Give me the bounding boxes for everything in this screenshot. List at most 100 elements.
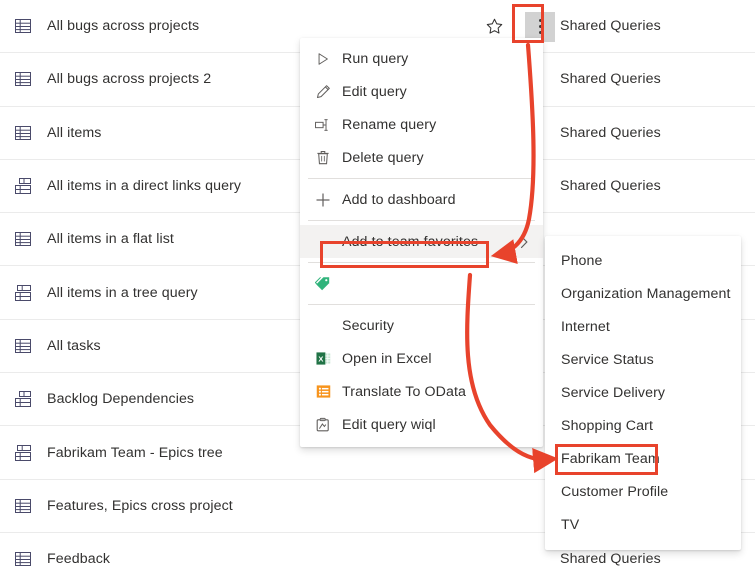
menu-item-label: Open in Excel bbox=[342, 350, 432, 367]
menu-divider bbox=[308, 178, 535, 179]
direct-links-query-icon bbox=[12, 388, 34, 410]
team-favorite-item[interactable]: Shopping Cart bbox=[545, 409, 741, 442]
query-name: All items bbox=[47, 124, 102, 141]
query-name: All bugs across projects bbox=[47, 18, 200, 35]
menu-item-label: Edit query bbox=[342, 83, 407, 100]
team-favorite-item[interactable]: Phone bbox=[545, 244, 741, 277]
team-favorite-label: TV bbox=[561, 516, 580, 533]
menu-item-translate-to-odata[interactable]: Translate To OData bbox=[300, 375, 543, 408]
team-favorite-label: Service Status bbox=[561, 351, 654, 368]
menu-item-run-query[interactable]: Run query bbox=[300, 42, 543, 75]
rename-icon bbox=[315, 117, 331, 133]
menu-item-label: Delete query bbox=[342, 149, 424, 166]
menu-divider bbox=[308, 220, 535, 221]
chevron-right-icon bbox=[519, 235, 529, 249]
team-favorite-item[interactable]: Service Status bbox=[545, 343, 741, 376]
flat-query-icon bbox=[12, 548, 34, 570]
direct-links-query-icon bbox=[12, 175, 34, 197]
query-name: Features, Epics cross project bbox=[47, 497, 233, 514]
menu-item-label: Rename query bbox=[342, 116, 437, 133]
team-favorite-label: Shopping Cart bbox=[561, 417, 654, 434]
query-folder: Shared Queries bbox=[560, 551, 661, 568]
menu-item-add-to-team-favorites[interactable]: Add to team favorites bbox=[300, 225, 543, 258]
menu-item-label: Add to team favorites bbox=[342, 233, 479, 250]
chevron-right-icon bbox=[519, 235, 529, 249]
team-favorite-item[interactable]: Fabrikam Team bbox=[545, 442, 741, 475]
play-icon bbox=[315, 51, 331, 67]
flat-query-icon bbox=[12, 548, 34, 570]
query-name: Fabrikam Team - Epics tree bbox=[47, 444, 223, 461]
menu-item-security[interactable]: Security bbox=[300, 309, 543, 342]
menu-divider bbox=[308, 262, 535, 263]
flat-query-icon bbox=[12, 335, 34, 357]
query-name: All items in a direct links query bbox=[47, 178, 242, 195]
team-favorite-item[interactable]: Customer Profile bbox=[545, 475, 741, 508]
plus-icon bbox=[315, 192, 331, 208]
pencil-icon bbox=[315, 84, 331, 100]
query-context-menu[interactable]: Run query Edit query Rename query Delete… bbox=[300, 38, 543, 447]
query-name: Feedback bbox=[47, 551, 111, 568]
flat-query-icon bbox=[12, 495, 34, 517]
query-name: All bugs across projects 2 bbox=[47, 71, 212, 88]
flat-query-icon bbox=[12, 335, 34, 357]
odata-icon bbox=[315, 384, 331, 400]
query-name: All tasks bbox=[47, 337, 101, 354]
star-outline-icon[interactable] bbox=[481, 14, 507, 40]
menu-item-label: Run query bbox=[342, 50, 409, 67]
menu-item-tag[interactable] bbox=[300, 267, 543, 300]
menu-item-rename-query[interactable]: Rename query bbox=[300, 108, 543, 141]
query-folder: Shared Queries bbox=[560, 124, 661, 141]
svg-text:X: X bbox=[318, 354, 323, 363]
flat-query-icon bbox=[12, 68, 34, 90]
team-favorite-item[interactable]: Service Delivery bbox=[545, 376, 741, 409]
rename-icon bbox=[315, 117, 331, 133]
menu-icon-placeholder bbox=[315, 318, 331, 334]
team-favorite-item[interactable]: Internet bbox=[545, 310, 741, 343]
team-favorite-label: Service Delivery bbox=[561, 384, 666, 401]
flat-query-icon bbox=[12, 122, 34, 144]
plus-icon bbox=[315, 192, 331, 208]
excel-icon: X bbox=[315, 351, 331, 367]
team-favorite-item[interactable]: Organization Management bbox=[545, 277, 741, 310]
wiql-icon bbox=[315, 417, 331, 433]
team-favorite-label: Phone bbox=[561, 252, 603, 269]
flat-query-icon bbox=[12, 68, 34, 90]
team-favorites-submenu[interactable]: Phone Organization Management Internet Serv… bbox=[545, 236, 741, 550]
team-favorite-label: Customer Profile bbox=[561, 483, 669, 500]
tree-query-icon bbox=[12, 442, 34, 464]
query-folder: Shared Queries bbox=[560, 18, 661, 35]
team-favorite-label: Organization Management bbox=[561, 285, 731, 302]
menu-item-delete-query[interactable]: Delete query bbox=[300, 141, 543, 174]
tree-query-icon bbox=[12, 282, 34, 304]
query-folder: Shared Queries bbox=[560, 178, 661, 195]
flat-query-icon bbox=[12, 495, 34, 517]
direct-links-query-icon bbox=[12, 175, 34, 197]
query-name: Backlog Dependencies bbox=[47, 391, 195, 408]
screen-root: All bugs across projects Shared Queries A… bbox=[0, 0, 755, 583]
odata-icon bbox=[315, 384, 331, 400]
query-folder: Shared Queries bbox=[560, 71, 661, 88]
team-favorite-label: Internet bbox=[561, 318, 610, 335]
trash-icon bbox=[315, 150, 331, 166]
menu-item-edit-query[interactable]: Edit query bbox=[300, 75, 543, 108]
direct-links-query-icon bbox=[12, 388, 34, 410]
tree-query-icon bbox=[12, 282, 34, 304]
team-favorite-label: Fabrikam Team bbox=[561, 450, 660, 467]
tag-icon bbox=[315, 276, 331, 292]
menu-divider bbox=[308, 304, 535, 305]
wiql-icon bbox=[315, 417, 331, 433]
menu-item-open-in-excel[interactable]: X Open in Excel bbox=[300, 342, 543, 375]
flat-query-icon bbox=[12, 228, 34, 250]
query-name: All items in a tree query bbox=[47, 284, 198, 301]
pencil-icon bbox=[315, 84, 331, 100]
menu-item-label: Security bbox=[342, 317, 395, 334]
trash-icon bbox=[315, 150, 331, 166]
flat-query-icon bbox=[12, 15, 34, 37]
tree-query-icon bbox=[12, 442, 34, 464]
menu-item-label: Translate To OData bbox=[342, 383, 467, 400]
team-favorite-item[interactable]: TV bbox=[545, 508, 741, 541]
star-outline-icon bbox=[481, 14, 507, 40]
menu-item-add-to-dashboard[interactable]: Add to dashboard bbox=[300, 183, 543, 216]
menu-item-edit-query-wiql[interactable]: Edit query wiql bbox=[300, 408, 543, 441]
flat-query-icon bbox=[12, 228, 34, 250]
